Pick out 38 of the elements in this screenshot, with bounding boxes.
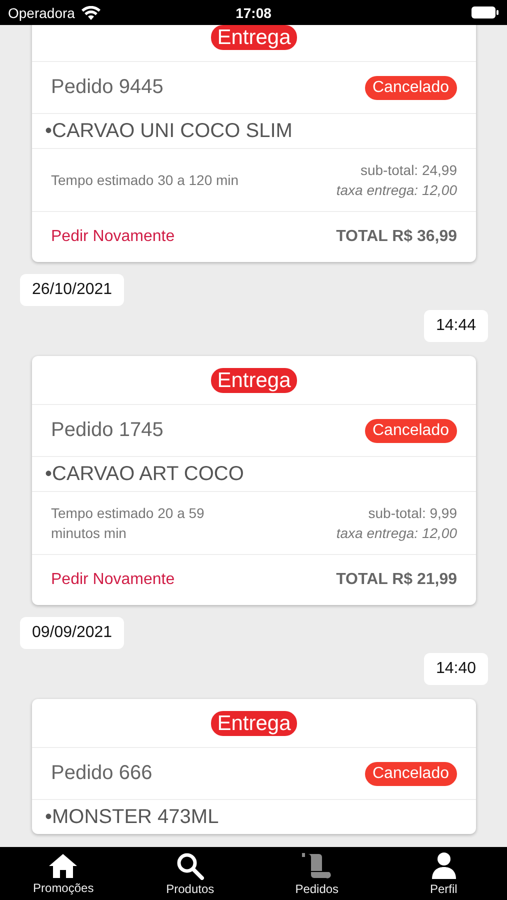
tab-item[interactable]: Promoções	[0, 847, 127, 900]
subtotal-text: sub-total: 9,99	[368, 504, 457, 523]
time-label: 14:40	[424, 653, 488, 685]
delivery-fee: taxa entrega: 12,00	[336, 524, 457, 543]
wifi-icon	[80, 6, 101, 20]
date-label: 09/09/2021	[20, 617, 124, 649]
order-total: TOTAL R$ 21,99	[336, 571, 457, 589]
person-icon	[430, 852, 457, 880]
tab-item[interactable]: Perfil	[380, 847, 507, 900]
status-badge: Cancelado	[364, 762, 457, 786]
home-icon	[48, 852, 78, 878]
battery-icon	[471, 6, 499, 19]
time-label: 14:44	[424, 310, 488, 342]
search-icon	[176, 852, 204, 880]
order-title: Pedido 1745	[51, 419, 164, 442]
subtotal-text: sub-total: 24,99	[360, 161, 457, 180]
delivery-badge: Entrega	[211, 710, 297, 736]
status-badge: Cancelado	[364, 418, 457, 442]
status-time: 17:08	[236, 4, 272, 20]
order-item: •CARVAO ART COCO	[45, 462, 244, 486]
date-label: 26/10/2021	[20, 274, 124, 306]
delivery-badge: Entrega	[211, 368, 297, 392]
tab-item[interactable]: Pedidos	[254, 847, 380, 900]
estimated-time: Tempo estimado 20 a 59 minutos min	[51, 504, 206, 543]
reorder-link[interactable]: Pedir Novamente	[51, 228, 175, 246]
order-title: Pedido 9445	[51, 76, 164, 99]
delivery-fee: taxa entrega: 12,00	[336, 181, 457, 200]
order-title: Pedido 666	[51, 762, 152, 785]
status-badge: Cancelado	[364, 76, 457, 100]
tab-item[interactable]: Produtos	[126, 847, 254, 900]
order-total: TOTAL R$ 36,99	[336, 228, 457, 246]
order-item: •CARVAO UNI COCO SLIM	[45, 120, 292, 142]
carrier-name: Operadora	[8, 4, 75, 20]
estimated-time: Tempo estimado 30 a 120 min	[51, 171, 240, 190]
reorder-link[interactable]: Pedir Novamente	[51, 571, 175, 589]
order-item: •MONSTER 473ML	[45, 806, 219, 828]
delivery-badge: Entrega	[211, 25, 297, 50]
scroll-icon	[300, 852, 333, 880]
